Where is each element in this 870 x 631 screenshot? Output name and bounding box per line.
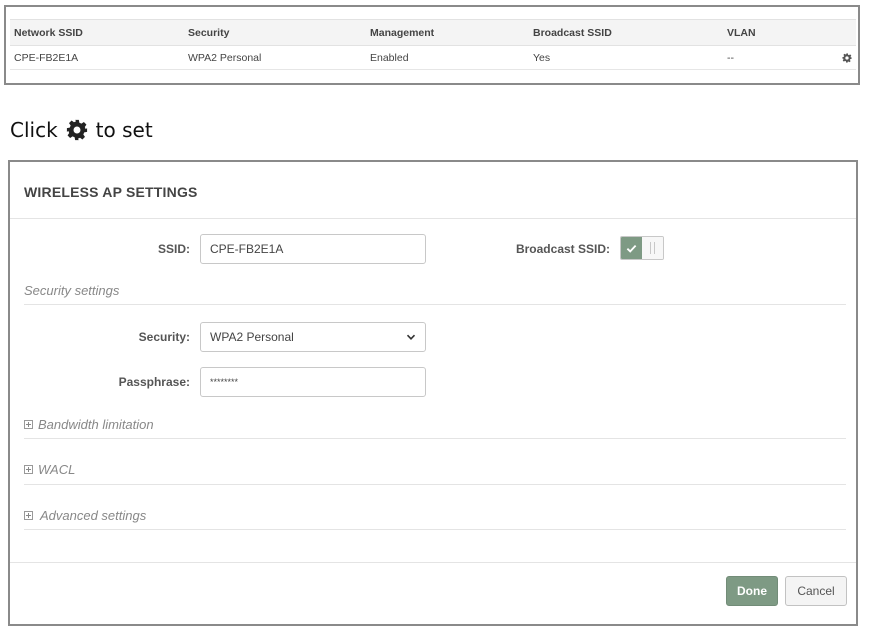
toggle-handle bbox=[642, 237, 663, 259]
grip-icon bbox=[650, 242, 655, 254]
advanced-settings-label: Advanced settings bbox=[40, 508, 147, 523]
divider bbox=[10, 218, 856, 219]
table-header-row: Network SSID Security Management Broadca… bbox=[10, 19, 856, 46]
divider bbox=[24, 438, 846, 439]
divider bbox=[24, 484, 846, 485]
broadcast-ssid-label: Broadcast SSID: bbox=[515, 242, 610, 256]
gear-icon bbox=[66, 119, 88, 141]
wacl-label: WACL bbox=[38, 462, 76, 477]
bandwidth-limitation-section[interactable]: Bandwidth limitation bbox=[24, 417, 154, 432]
column-header-actions bbox=[823, 19, 856, 46]
ssid-table-container: Network SSID Security Management Broadca… bbox=[4, 5, 860, 85]
divider bbox=[24, 304, 846, 305]
bandwidth-limitation-label: Bandwidth limitation bbox=[38, 417, 154, 432]
caption-text-after: to set bbox=[95, 118, 153, 142]
passphrase-input[interactable]: ******** bbox=[200, 367, 426, 397]
done-button[interactable]: Done bbox=[726, 576, 778, 606]
cell-security: WPA2 Personal bbox=[184, 45, 366, 70]
security-select-value: WPA2 Personal bbox=[210, 330, 294, 344]
cell-actions bbox=[823, 45, 856, 70]
check-icon bbox=[626, 244, 637, 253]
column-header-broadcast-ssid: Broadcast SSID bbox=[529, 19, 723, 46]
broadcast-ssid-toggle[interactable] bbox=[620, 236, 664, 260]
expand-icon bbox=[24, 511, 33, 520]
divider bbox=[24, 529, 846, 530]
column-header-management: Management bbox=[366, 19, 529, 46]
ssid-input-value: CPE-FB2E1A bbox=[210, 242, 284, 256]
gear-icon[interactable] bbox=[842, 53, 852, 63]
footer-divider bbox=[10, 562, 856, 563]
cancel-button[interactable]: Cancel bbox=[785, 576, 847, 606]
ssid-input[interactable]: CPE-FB2E1A bbox=[200, 234, 426, 264]
chevron-down-icon bbox=[406, 334, 416, 340]
wacl-section[interactable]: WACL bbox=[24, 462, 75, 477]
ssid-table: Network SSID Security Management Broadca… bbox=[10, 19, 856, 70]
passphrase-input-value: ******** bbox=[210, 377, 239, 387]
expand-icon bbox=[24, 465, 33, 474]
expand-icon bbox=[24, 420, 33, 429]
column-header-security: Security bbox=[184, 19, 366, 46]
security-label: Security: bbox=[138, 330, 190, 344]
table-row: CPE-FB2E1A WPA2 Personal Enabled Yes -- bbox=[10, 45, 856, 70]
cell-management: Enabled bbox=[366, 45, 529, 70]
wireless-ap-settings-panel: WIRELESS AP SETTINGS SSID: CPE-FB2E1A Br… bbox=[8, 160, 858, 626]
column-header-vlan: VLAN bbox=[723, 19, 823, 46]
security-select[interactable]: WPA2 Personal bbox=[200, 322, 426, 352]
advanced-settings-section[interactable]: Advanced settings bbox=[24, 508, 146, 523]
caption-text-before: Click bbox=[10, 118, 58, 142]
security-settings-label: Security settings bbox=[24, 283, 120, 298]
cell-vlan: -- bbox=[723, 45, 823, 70]
instruction-caption: Click to set bbox=[10, 116, 153, 144]
panel-title: WIRELESS AP SETTINGS bbox=[24, 184, 198, 200]
security-settings-heading: Security settings bbox=[24, 283, 119, 298]
cell-broadcast-ssid: Yes bbox=[529, 45, 723, 70]
passphrase-label: Passphrase: bbox=[118, 375, 190, 389]
toggle-on-state bbox=[621, 237, 642, 259]
ssid-label: SSID: bbox=[157, 242, 190, 256]
cell-network-ssid: CPE-FB2E1A bbox=[10, 45, 184, 70]
column-header-network-ssid: Network SSID bbox=[10, 19, 184, 46]
